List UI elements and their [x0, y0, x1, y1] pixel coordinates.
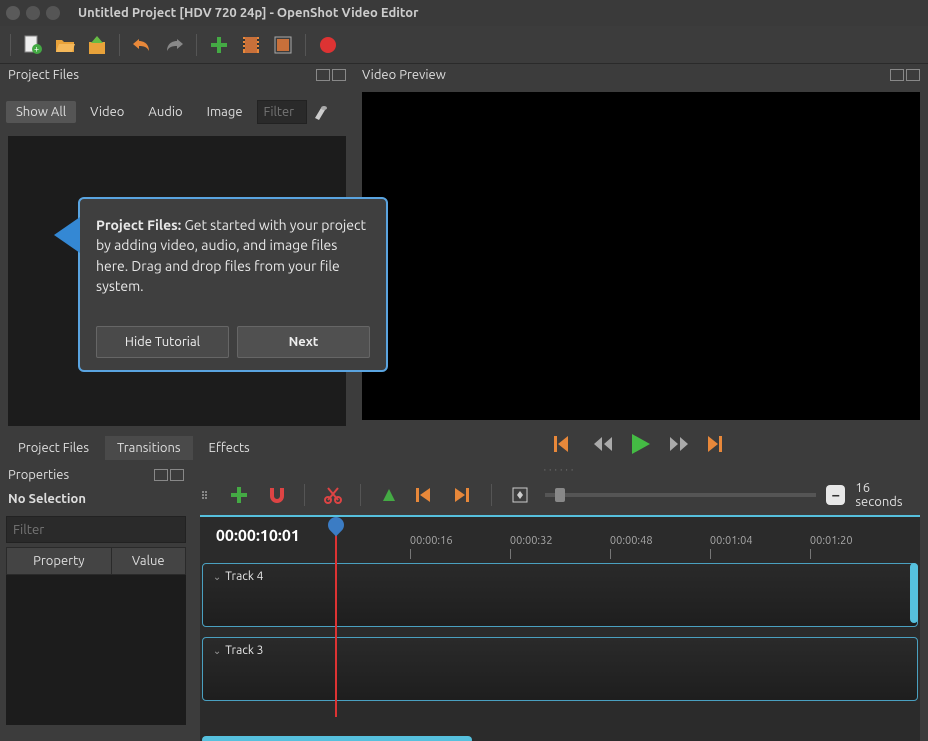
fast-forward-button[interactable]: [668, 435, 690, 453]
timeline-track[interactable]: Track 4: [202, 563, 918, 627]
timeline-area[interactable]: 00:00:10:01 00:00:16 00:00:32 00:00:48 0…: [200, 515, 920, 741]
ruler-tick: 00:00:16: [410, 535, 453, 547]
tab-project-files[interactable]: Project Files: [6, 436, 101, 460]
properties-table: Property Value: [6, 547, 186, 575]
razor-button[interactable]: [321, 483, 344, 507]
fullscreen-button[interactable]: [271, 33, 295, 57]
drag-handle-icon[interactable]: [202, 485, 210, 505]
open-project-button[interactable]: [53, 33, 77, 57]
panel-float-icon[interactable]: [890, 69, 904, 81]
zoom-reset-icon[interactable]: –: [826, 485, 845, 505]
horizontal-scrollbar[interactable]: [202, 736, 472, 741]
window-maximize-icon[interactable]: [46, 6, 60, 20]
prev-marker-button[interactable]: [415, 483, 438, 507]
window-title: Untitled Project [HDV 720 24p] - OpenSho…: [78, 6, 418, 20]
redo-button[interactable]: [162, 33, 186, 57]
properties-col-property[interactable]: Property: [7, 548, 112, 575]
timeline-ruler[interactable]: 00:00:10:01 00:00:16 00:00:32 00:00:48 0…: [200, 517, 920, 559]
filter-tab-show-all[interactable]: Show All: [6, 101, 76, 123]
playhead-time: 00:00:10:01: [216, 527, 300, 545]
video-preview-canvas: [362, 92, 920, 420]
ruler-tick: 00:01:20: [810, 535, 853, 547]
panel-close-icon[interactable]: [906, 69, 920, 81]
properties-title: Properties: [8, 468, 69, 482]
ruler-tick: 00:01:04: [710, 535, 753, 547]
rewind-button[interactable]: [592, 435, 614, 453]
center-playhead-button[interactable]: [508, 483, 531, 507]
jump-start-button[interactable]: [554, 435, 576, 453]
properties-no-selection: No Selection: [6, 486, 186, 512]
panel-drag-handle[interactable]: ······: [192, 464, 928, 475]
import-files-button[interactable]: [207, 33, 231, 57]
add-marker-button[interactable]: [377, 483, 400, 507]
properties-filter-input[interactable]: [6, 516, 186, 543]
new-project-button[interactable]: +: [21, 33, 45, 57]
vertical-scrollbar[interactable]: [910, 563, 918, 623]
video-preview-title: Video Preview: [362, 68, 446, 82]
timeline-toolbar: – 16 seconds: [192, 475, 928, 515]
export-video-button[interactable]: [316, 33, 340, 57]
tutorial-heading: Project Files:: [96, 217, 181, 233]
project-files-header: Project Files: [0, 64, 354, 86]
snap-button[interactable]: [265, 483, 288, 507]
save-project-button[interactable]: [85, 33, 109, 57]
zoom-label: 16 seconds: [855, 481, 918, 509]
ruler-tick: 00:00:32: [510, 535, 553, 547]
properties-header: Properties: [0, 464, 192, 486]
track-label: Track 3: [213, 644, 264, 657]
next-marker-button[interactable]: [452, 483, 475, 507]
svg-text:+: +: [34, 44, 39, 54]
play-button[interactable]: [630, 435, 652, 453]
ruler-tick: 00:00:48: [610, 535, 653, 547]
window-close-icon[interactable]: [6, 6, 20, 20]
panel-float-icon[interactable]: [154, 469, 168, 481]
undo-button[interactable]: [130, 33, 154, 57]
filter-tab-image[interactable]: Image: [197, 101, 253, 123]
panel-close-icon[interactable]: [332, 69, 346, 81]
panel-close-icon[interactable]: [170, 469, 184, 481]
panel-float-icon[interactable]: [316, 69, 330, 81]
filter-tab-audio[interactable]: Audio: [138, 101, 192, 123]
filter-tab-video[interactable]: Video: [80, 101, 134, 123]
project-files-title: Project Files: [8, 68, 79, 82]
tutorial-arrow-icon: [54, 217, 80, 253]
main-toolbar: +: [0, 26, 928, 64]
choose-profile-button[interactable]: [239, 33, 263, 57]
tab-effects[interactable]: Effects: [197, 436, 262, 460]
track-label: Track 4: [213, 570, 264, 583]
tutorial-text: Project Files: Get started with your pro…: [96, 215, 370, 296]
clear-filter-icon[interactable]: [311, 102, 331, 122]
properties-col-value[interactable]: Value: [111, 548, 185, 575]
next-tutorial-button[interactable]: Next: [237, 326, 370, 358]
timeline-track[interactable]: Track 3: [202, 637, 918, 701]
jump-end-button[interactable]: [706, 435, 728, 453]
tutorial-popup: Project Files: Get started with your pro…: [78, 197, 388, 372]
add-track-button[interactable]: [228, 483, 251, 507]
playhead[interactable]: [335, 517, 337, 717]
titlebar: Untitled Project [HDV 720 24p] - OpenSho…: [0, 0, 928, 26]
properties-body: [6, 575, 186, 725]
hide-tutorial-button[interactable]: Hide Tutorial: [96, 326, 229, 358]
project-files-filter-input[interactable]: [257, 100, 307, 124]
zoom-slider[interactable]: [545, 493, 816, 497]
tab-transitions[interactable]: Transitions: [105, 436, 193, 460]
video-preview-header: Video Preview: [354, 64, 928, 86]
window-minimize-icon[interactable]: [26, 6, 40, 20]
